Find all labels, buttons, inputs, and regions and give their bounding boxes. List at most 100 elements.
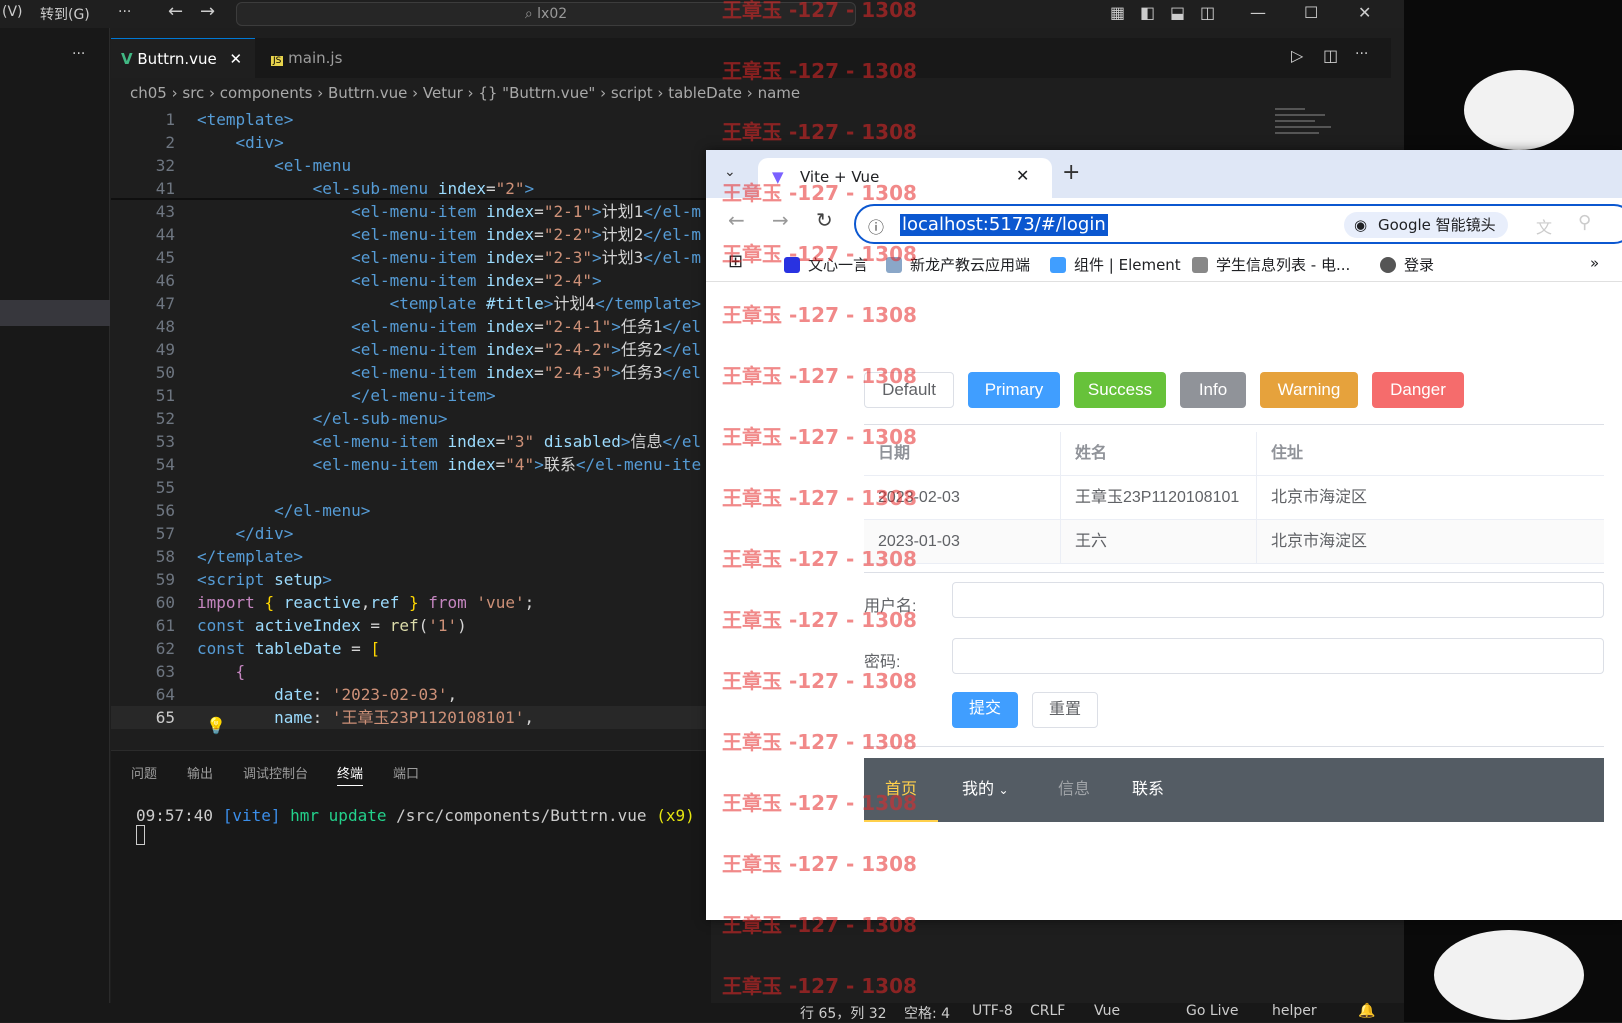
status-golive[interactable]: Go Live bbox=[1186, 1003, 1238, 1019]
code-line[interactable]: 53 <el-menu-item index="3" disabled>信息</… bbox=[111, 430, 711, 453]
code-line[interactable]: 61 const activeIndex = ref('1') bbox=[111, 614, 711, 637]
notification-bell-icon[interactable]: 🔔 bbox=[1358, 1003, 1375, 1019]
back-arrow-icon[interactable]: ← bbox=[168, 1, 183, 22]
code-line[interactable]: 50 <el-menu-item index="2-4-3">任务3</el bbox=[111, 361, 711, 384]
tab-close-icon[interactable]: ✕ bbox=[1016, 166, 1029, 185]
code-line[interactable]: 44 <el-menu-item index="2-2">计划2</el-m bbox=[111, 223, 711, 246]
code-line[interactable]: 54 <el-menu-item index="4">联系</el-menu-i… bbox=[111, 453, 711, 476]
warning-button[interactable]: Warning bbox=[1260, 372, 1358, 408]
split-editor-icon[interactable]: ◫ bbox=[1323, 46, 1338, 65]
code-editor[interactable]: 1 <template> 2 <div> 32 <el-menu 41 <el-sub-… bbox=[111, 108, 711, 748]
menu-view[interactable]: (V) bbox=[2, 4, 23, 20]
code-line[interactable]: 2 <div> bbox=[111, 131, 711, 154]
code-line[interactable]: 45 <el-menu-item index="2-3">计划3</el-m bbox=[111, 246, 711, 269]
back-icon[interactable]: ← bbox=[728, 208, 745, 232]
reload-icon[interactable]: ↻ bbox=[816, 208, 833, 232]
apps-grid-icon[interactable]: ⊞ bbox=[728, 251, 743, 272]
code-line[interactable]: 60 import { reactive,ref } from 'vue'; bbox=[111, 591, 711, 614]
code-line[interactable]: 57 </div> bbox=[111, 522, 711, 545]
code-line[interactable]: 62 const tableDate = [ bbox=[111, 637, 711, 660]
bookmark-xinlong[interactable]: 新龙产教云应用端 bbox=[886, 254, 1030, 275]
menu-item-contact[interactable]: 联系 bbox=[1132, 758, 1164, 822]
command-search-input[interactable]: ⌕ lx02 bbox=[236, 2, 856, 26]
lightbulb-icon[interactable]: 💡 bbox=[206, 716, 226, 735]
bookmark-login[interactable]: 登录 bbox=[1380, 254, 1434, 275]
zoom-icon[interactable]: ⚲ bbox=[1578, 212, 1591, 233]
primary-button[interactable]: Primary bbox=[968, 372, 1060, 408]
close-icon[interactable]: ✕ bbox=[1358, 3, 1371, 22]
menu-item-home[interactable]: 首页 bbox=[864, 758, 938, 822]
more-menu-icon[interactable]: ··· bbox=[118, 4, 131, 20]
code-line[interactable]: 65 name: '王章玉23P1120108101', bbox=[111, 706, 711, 729]
code-line[interactable]: 1 <template> bbox=[111, 108, 711, 131]
tab-close-icon[interactable]: ✕ bbox=[230, 50, 243, 68]
menu-goto[interactable]: 转到(G) bbox=[40, 4, 90, 24]
bookmarks-overflow-icon[interactable]: » bbox=[1590, 254, 1599, 272]
editor-more-icon[interactable]: ··· bbox=[1355, 46, 1368, 62]
forward-arrow-icon[interactable]: → bbox=[200, 1, 215, 22]
table-row[interactable]: 2023-01-03 王六 北京市海淀区 bbox=[864, 520, 1604, 564]
status-indent[interactable]: 空格: 4 bbox=[904, 1003, 950, 1023]
google-lens-button[interactable]: ◉ Google 智能镜头 bbox=[1344, 212, 1508, 238]
danger-button[interactable]: Danger bbox=[1372, 372, 1464, 408]
header-date[interactable]: 日期 bbox=[864, 432, 1060, 476]
run-icon[interactable]: ▷ bbox=[1291, 46, 1303, 65]
status-eol[interactable]: CRLF bbox=[1030, 1003, 1065, 1019]
tab-debug-console[interactable]: 调试控制台 bbox=[243, 763, 308, 782]
toggle-sidebar-icon[interactable]: ◧ bbox=[1140, 3, 1155, 22]
code-line[interactable]: 46 <el-menu-item index="2-4"> bbox=[111, 269, 711, 292]
tab-terminal[interactable]: 终端 bbox=[337, 763, 364, 786]
tab-output[interactable]: 输出 bbox=[187, 763, 213, 782]
bookmark-element[interactable]: 组件 | Element bbox=[1050, 254, 1181, 275]
code-line[interactable]: 55 bbox=[111, 476, 711, 499]
table-row[interactable]: 2023-02-03 王章玉23P1120108101 北京市海淀区 bbox=[864, 476, 1604, 520]
code-line[interactable]: 64 date: '2023-02-03', bbox=[111, 683, 711, 706]
code-line[interactable]: 59 <script setup> bbox=[111, 568, 711, 591]
minimap[interactable] bbox=[1275, 108, 1305, 110]
forward-icon[interactable]: → bbox=[772, 208, 789, 232]
new-tab-icon[interactable]: + bbox=[1062, 160, 1080, 185]
site-info-icon[interactable]: ⓘ bbox=[868, 214, 884, 238]
header-name[interactable]: 姓名 bbox=[1060, 432, 1256, 476]
code-line[interactable]: 63 { bbox=[111, 660, 711, 683]
code-line[interactable]: 43 <el-menu-item index="2-1">计划1</el-m bbox=[111, 200, 711, 223]
username-input[interactable] bbox=[952, 582, 1604, 618]
code-line[interactable]: 52 </el-sub-menu> bbox=[111, 407, 711, 430]
url-text[interactable]: localhost:5173/#/login bbox=[900, 214, 1108, 236]
sidebar-more-icon[interactable]: ··· bbox=[72, 46, 85, 62]
maximize-icon[interactable]: ☐ bbox=[1304, 3, 1318, 22]
tab-main-js[interactable]: JS main.js bbox=[261, 38, 401, 78]
layout-icon[interactable]: ▦ bbox=[1110, 3, 1125, 22]
address-bar[interactable]: ⓘ localhost:5173/#/login ◉ Google 智能镜头 文 … bbox=[854, 204, 1622, 244]
code-line[interactable]: 48 <el-menu-item index="2-4-1">任务1</el bbox=[111, 315, 711, 338]
menu-item-info[interactable]: 信息 bbox=[1058, 758, 1090, 822]
status-helper[interactable]: helper bbox=[1272, 1003, 1317, 1019]
minimize-icon[interactable]: — bbox=[1250, 3, 1266, 22]
breadcrumb[interactable]: ch05 › src › components › Buttrn.vue › V… bbox=[130, 84, 800, 102]
status-encoding[interactable]: UTF-8 bbox=[972, 1003, 1013, 1019]
code-line[interactable]: 51 </el-menu-item> bbox=[111, 384, 711, 407]
status-language[interactable]: Vue bbox=[1094, 1003, 1120, 1019]
bookmark-students[interactable]: 学生信息列表 - 电... bbox=[1192, 254, 1350, 275]
code-line[interactable]: 32 <el-menu bbox=[111, 154, 711, 177]
code-line[interactable]: 49 <el-menu-item index="2-4-2">任务2</el bbox=[111, 338, 711, 361]
default-button[interactable]: Default bbox=[864, 372, 954, 408]
password-input[interactable] bbox=[952, 638, 1604, 674]
toggle-secondary-icon[interactable]: ◫ bbox=[1200, 3, 1215, 22]
tab-ports[interactable]: 端口 bbox=[393, 763, 419, 782]
tab-buttrn-vue[interactable]: V Buttrn.vue ✕ bbox=[111, 38, 255, 78]
code-line[interactable]: 56 </el-menu> bbox=[111, 499, 711, 522]
terminal-output[interactable]: 09:57:40 [vite] hmr update /src/componen… bbox=[136, 806, 695, 849]
code-line[interactable]: 58 </template> bbox=[111, 545, 711, 568]
submit-button[interactable]: 提交 bbox=[952, 692, 1018, 728]
browser-tab[interactable]: ▼ Vite + Vue ✕ bbox=[758, 158, 1052, 198]
success-button[interactable]: Success bbox=[1074, 372, 1166, 408]
status-position[interactable]: 行 65，列 32 bbox=[800, 1003, 887, 1023]
bookmark-wenxin[interactable]: 文心一言 bbox=[784, 254, 868, 275]
reset-button[interactable]: 重置 bbox=[1032, 692, 1098, 728]
tab-search-icon[interactable]: ⌄ bbox=[724, 164, 736, 180]
sidebar-selected-row[interactable] bbox=[0, 300, 110, 326]
code-line[interactable]: 47 <template #title>计划4</template> bbox=[111, 292, 711, 315]
header-address[interactable]: 住址 bbox=[1256, 432, 1604, 476]
toggle-panel-icon[interactable]: ⬓ bbox=[1170, 3, 1185, 22]
